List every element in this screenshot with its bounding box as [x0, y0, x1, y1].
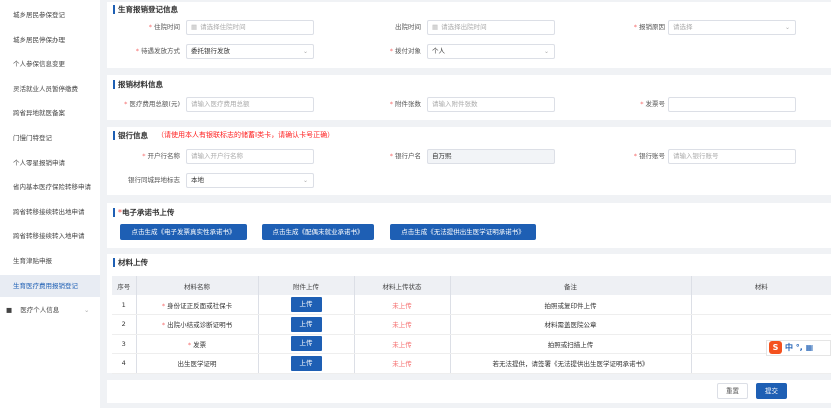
row-number: 1	[112, 295, 137, 315]
table-row: 1 * 身份证正反面或社保卡 上传 未上传 拍照或复印件上传	[112, 295, 831, 315]
generate-invoice-commitment-button[interactable]: 点击生成《电子发票真实性承诺书》	[120, 224, 247, 240]
materials-upload-section: 材料上传 序号 材料名称 附件上传 材料上传状态 备注 材料 1 * 身份证正反面…	[107, 254, 831, 374]
total-cost-input[interactable]: 请输入医疗费用总额	[186, 97, 314, 112]
column-header: 材料上传状态	[354, 276, 451, 295]
discharge-date-input[interactable]: ▦ 请选择出院时间	[427, 20, 555, 35]
account-holder-input: 自万熙	[427, 149, 555, 164]
chevron-down-icon: ⌄	[302, 177, 308, 184]
table-row: 2 * 出院小结或诊断证明书 上传 未上传 材料需盖医院公章	[112, 314, 831, 335]
calendar-icon: ▦	[191, 23, 198, 31]
bank-account-input[interactable]: 请输入银行账号	[668, 149, 796, 164]
sidebar-item[interactable]: 个人参保信息变更	[0, 53, 100, 75]
sidebar-item[interactable]: 生育津贴申报	[0, 250, 100, 272]
sidebar: 城乡居民参保登记 城乡居民停保办理 个人参保信息变更 灵活就业人员暂停缴费 跨省异地就医…	[0, 0, 100, 408]
sidebar-item[interactable]: 个人零星报销申请	[0, 152, 100, 174]
note: 拍照或复印件上传	[450, 295, 692, 315]
reason-select[interactable]: 请选择 ⌄	[668, 20, 796, 35]
sidebar-item[interactable]: 跨省转移接续转入地申请	[0, 225, 100, 247]
sidebar-item[interactable]: 跨省转移接续转出地申请	[0, 201, 100, 223]
bank-locality-select[interactable]: 本地 ⌄	[186, 173, 314, 188]
upload-status: 未上传	[354, 295, 451, 315]
sidebar-item[interactable]: 城乡居民参保登记	[0, 4, 100, 26]
chevron-down-icon: ⌄	[302, 48, 308, 55]
chevron-down-icon: ⌄	[543, 48, 549, 55]
column-header: 备注	[450, 276, 692, 295]
upload-status: 未上传	[354, 314, 451, 335]
note: 材料需盖医院公章	[450, 314, 692, 335]
sidebar-item[interactable]: 生育医疗费用报销登记	[0, 274, 100, 297]
row-number: 4	[112, 353, 137, 374]
sidebar-item[interactable]: 门慢门特登记	[0, 127, 100, 149]
sidebar-group-medical-info[interactable]: ■ 医疗个人信息 ⌄	[0, 299, 100, 321]
submit-button[interactable]: 提交	[756, 383, 787, 399]
pay-method-select[interactable]: 委托银行发放 ⌄	[186, 44, 314, 59]
bank-warning: （请使用本人有银联标志的储蓄I类卡，请确认卡号正确）	[157, 131, 335, 139]
upload-status: 未上传	[354, 353, 451, 374]
keyboard-icon: ▦	[805, 343, 814, 352]
table-row: 4 出生医学证明 上传 未上传 若无法提供，请签署《无法提供出生医学证明承诺书》	[112, 353, 831, 374]
upload-status: 未上传	[354, 334, 451, 354]
material-cell	[691, 314, 831, 335]
upload-button[interactable]: 上传	[290, 336, 322, 352]
materials-table: 序号 材料名称 附件上传 材料上传状态 备注 材料 1 * 身份证正反面或社保卡 …	[112, 276, 831, 374]
commitment-section: *电子承诺书上传 点击生成《电子发票真实性承诺书》 点击生成《配偶未就业承诺书》…	[107, 203, 831, 248]
materials-info-section: 报销材料信息 * 医疗费用总额(元) 请输入医疗费用总额 * 附件张数 请输入附件张…	[107, 75, 831, 120]
stay-date-input[interactable]: ▦ 请选择住院时间	[186, 20, 314, 35]
column-header: 附件上传	[258, 276, 355, 295]
note: 若无法提供，请签署《无法提供出生医学证明承诺书》	[450, 353, 692, 374]
material-name: * 出院小结或诊断证明书	[136, 314, 259, 335]
sidebar-item[interactable]: 省内基本医疗保险转移申请	[0, 176, 100, 198]
bank-name-input[interactable]: 请输入开户行名称	[186, 149, 314, 164]
user-icon: ■	[6, 306, 13, 314]
form-footer: 重置 提交	[107, 380, 831, 403]
invoice-number-input[interactable]	[668, 97, 796, 112]
note: 拍照或扫描上传	[450, 334, 692, 354]
reset-button[interactable]: 重置	[717, 383, 748, 399]
section-title: 报销材料信息	[113, 80, 163, 89]
bank-info-section: 银行信息 （请使用本人有银联标志的储蓄I类卡，请确认卡号正确） * 开户行名称 请…	[107, 127, 831, 195]
upload-button[interactable]: 上传	[290, 355, 322, 371]
row-number: 2	[112, 314, 137, 335]
column-header: 序号	[112, 276, 137, 295]
material-name: * 发票	[136, 334, 259, 354]
material-cell	[691, 353, 831, 374]
sidebar-item[interactable]: 灵活就业人员暂停缴费	[0, 78, 100, 100]
sidebar-item[interactable]: 跨省异地就医备案	[0, 102, 100, 124]
table-row: 3 * 发票 上传 未上传 拍照或扫描上传	[112, 334, 831, 354]
generate-spouse-commitment-button[interactable]: 点击生成《配偶未就业承诺书》	[262, 224, 374, 240]
section-title: 生育报销登记信息	[113, 5, 178, 14]
column-header: 材料	[691, 276, 831, 295]
generate-birth-cert-commitment-button[interactable]: 点击生成《无法提供出生医学证明承诺书》	[390, 224, 536, 240]
chevron-down-icon: ⌄	[84, 306, 90, 314]
ime-toolbar[interactable]: S中 °, ▦	[766, 340, 831, 356]
pay-target-select[interactable]: 个人 ⌄	[427, 44, 555, 59]
material-name: * 身份证正反面或社保卡	[136, 295, 259, 315]
sidebar-item[interactable]: 城乡居民停保办理	[0, 29, 100, 51]
material-cell	[691, 295, 831, 315]
attachment-count-input[interactable]: 请输入附件张数	[427, 97, 555, 112]
section-title: 材料上传	[113, 258, 148, 267]
birth-reimbursement-section: 生育报销登记信息 * 住院时间 ▦ 请选择住院时间 出院时间 ▦ 请选择出院时间 * 报…	[107, 2, 831, 68]
section-title: *电子承诺书上传	[113, 208, 174, 217]
row-number: 3	[112, 334, 137, 354]
section-title: 银行信息	[113, 131, 148, 140]
chevron-down-icon: ⌄	[784, 24, 790, 31]
column-header: 材料名称	[136, 276, 259, 295]
upload-button[interactable]: 上传	[290, 297, 322, 312]
sogou-logo-icon: S	[769, 341, 782, 354]
material-name: 出生医学证明	[136, 353, 259, 374]
calendar-icon: ▦	[432, 23, 439, 31]
upload-button[interactable]: 上传	[290, 316, 322, 332]
